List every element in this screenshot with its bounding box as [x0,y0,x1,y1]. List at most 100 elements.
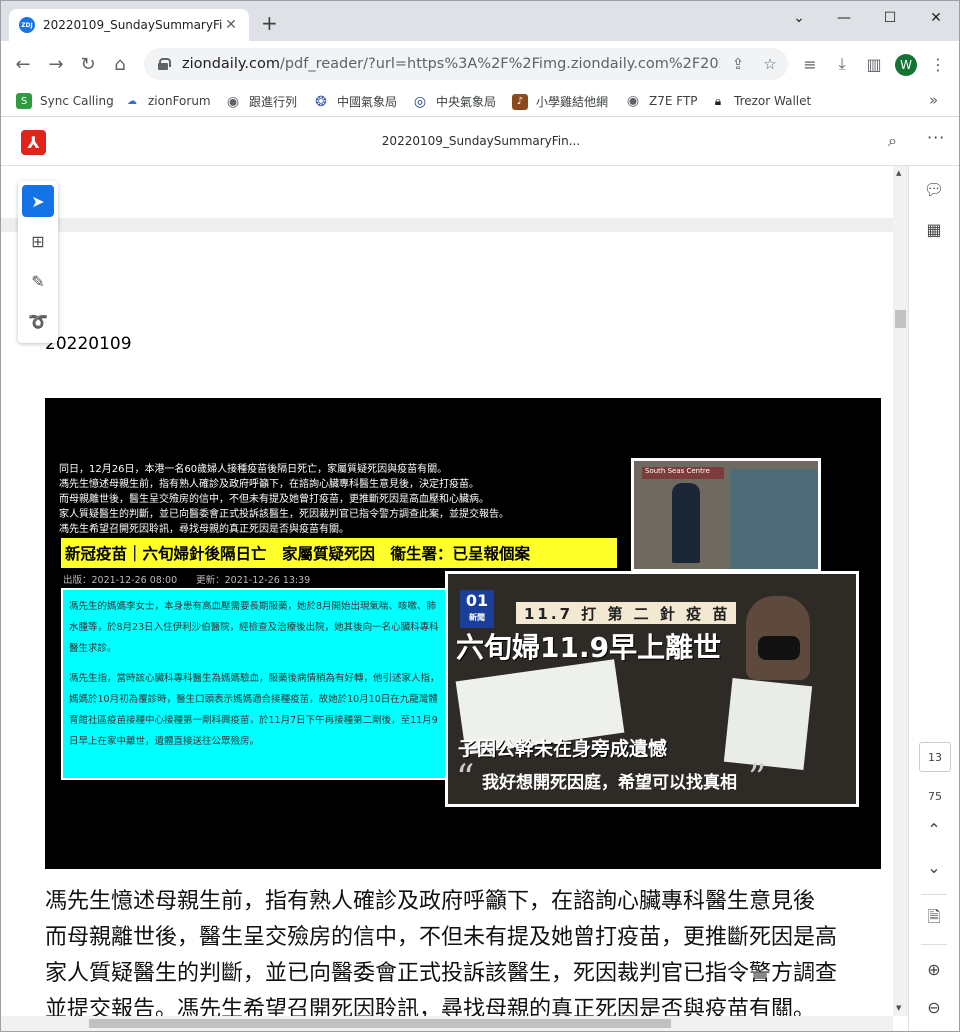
new-tab-icon[interactable]: + [261,13,278,33]
pdf-header: ⅄ 20220109_SundaySummaryFin... ⌕ ··· [1,118,959,166]
news-quote: 我好想開死因庭，希望可以找真相 [482,773,737,793]
article-body: 馮先生憶述母親生前，指有熟人確診及政府呼籲下，在諮詢心臟專科醫生意見後 而母親離… [45,884,889,1016]
back-icon[interactable]: ← [11,52,35,76]
zionforum-icon: ☁ [127,95,137,107]
person-figure [672,483,700,563]
search-icon[interactable]: ⌕ [888,131,910,153]
vertical-scrollbar[interactable]: ▲ ▼ [893,166,908,1016]
image-summary-text: 同日，12月26日，本港一名60歲婦人接種疫苗後隔日死亡，家屬質疑死因與疫苗有關… [59,462,629,537]
download-icon[interactable]: ⤓ [830,52,854,76]
reload-icon[interactable]: ↻ [76,52,100,76]
embedded-news-image: 同日，12月26日，本港一名60歲婦人接種疫苗後隔日死亡，家屬質疑死因與疫苗有關… [45,398,881,869]
trezor-icon: 🔒︎ [714,93,722,108]
maximize-icon[interactable]: ☐ [875,7,905,29]
forward-icon[interactable]: → [44,52,68,76]
bookmark-follow-up[interactable]: ◉ 跟進行列 [225,93,297,110]
news-headline-banner: 新冠疫苗｜六旬婦針後隔日亡 家屬質疑死因 衞生署：已呈報個案 [61,538,617,568]
sync-calling-icon: S [16,93,32,109]
browser-toolbar: ← → ↻ ⌂ ziondaily.com /pdf_reader/?url=h… [1,41,959,87]
select-cursor-icon[interactable]: ➤ [22,185,54,217]
scroll-up-arrow-icon[interactable]: ▲ [896,169,901,177]
bookmark-label: 中國氣象局 [337,95,398,109]
minimize-icon[interactable]: — [829,7,859,29]
horizontal-scrollbar[interactable] [1,1016,893,1031]
bookmark-cwb[interactable]: ◎ 中央氣象局 [412,93,496,110]
bookmark-label: Trezor Wallet [734,94,812,108]
bookmark-label: 中央氣象局 [436,95,497,109]
page-number-input[interactable]: 13 [919,742,951,772]
scrollbar-thumb[interactable] [89,1019,671,1028]
url-path: /pdf_reader/?url=https%3A%2F%2Fimg.ziond… [279,56,720,72]
chevron-right-double-icon[interactable]: » [929,91,938,109]
comments-icon[interactable]: 💬︎ [923,178,945,200]
avatar[interactable]: W [895,54,917,76]
cma-icon: ❂ [315,93,327,110]
bookmark-z7e-ftp[interactable]: ◉ Z7E FTP [625,93,698,109]
face-mask [758,636,800,660]
summary-line: 同日，12月26日，本港一名60歲婦人接種疫苗後隔日死亡，家屬質疑死因與疫苗有關… [59,464,448,475]
globe-icon: ◉ [226,93,240,110]
summary-line: 家人質疑醫生的判斷，並已向醫委會正式投訴該醫生，死因裁判官已指令警方調查此案，並… [59,509,509,520]
zoom-in-icon[interactable]: ⊕ [923,958,945,980]
tab-strip: ZDJ 20220109_SundaySummaryFin ✕ + ⌄ — ☐ … [1,1,959,41]
hk01-logo: 01 新聞 [460,590,494,628]
scroll-down-arrow-icon[interactable]: ▼ [896,1004,901,1012]
zoom-out-icon[interactable]: ⊖ [923,996,945,1018]
annotation-toolbar: ➤ ⊞ ✎ ➰ [18,181,58,343]
reading-list-icon[interactable]: ≡ [798,52,822,76]
article-line: 馮先生憶述母親生前，指有熟人確診及政府呼籲下，在諮詢心臟專科醫生意見後 [45,889,816,914]
article-excerpt-box: 馮先生的媽媽李女士，本身患有高血壓需要長期服藥，她於8月開始出現氣喘、咳嗽、肺水… [61,588,448,780]
divider [921,894,947,895]
summary-line: 而母親離世後，醫生呈交殮房的信中，不但未有提及她曾打疫苗，更推斷死因是高血壓和心… [59,494,489,505]
share-icon[interactable]: ⇪ [726,52,750,76]
chevron-up-icon[interactable]: ⌃ [923,818,945,840]
article-line: 並提交報告。馮先生希望召開死因聆訊，尋找母親的真正死因是否與疫苗有關。 [45,997,816,1016]
bookmark-label: Z7E FTP [649,94,698,108]
bookmark-label: zionForum [148,94,211,108]
side-panel-icon[interactable]: ▥ [862,52,886,76]
close-icon[interactable]: ✕ [223,17,239,33]
news-subheadline: 11.7 打 第 二 針 疫 苗 [516,602,736,624]
news-collage: 同日，12月26日，本港一名60歲婦人接種疫苗後隔日死亡，家屬質疑死因與疫苗有關… [59,458,867,808]
thumbnails-grid-icon[interactable]: ▦ [923,218,945,240]
previous-page-bottom [1,166,893,232]
article-line: 而母親離世後，醫生呈交殮房的信中，不但未有提及她曾打疫苗，更推斷死因是高 [45,925,838,950]
article-line: 家人質疑醫生的判斷，並已向醫委會正式投訴該醫生，死因裁判官已指令警方調查 [45,961,838,986]
highlight-pen-icon[interactable]: ✎ [22,265,54,297]
guitar-site-icon: ♪ [512,93,528,110]
publish-meta: 出版：2021-12-26 08:00 更新：2021-12-26 13:39 [63,575,311,586]
home-icon[interactable]: ⌂ [108,52,132,76]
news-caption: 子因公幹未在身旁成遺憾 [458,738,668,760]
news-video-card: 01 新聞 11.7 打 第 二 針 疫 苗 六旬婦11.9早上離世 子因公幹未… [445,571,859,807]
star-icon[interactable]: ☆ [758,52,782,76]
summary-line: 馮先生憶述母親生前，指有熟人確診及政府呼籲下，在諮詢心臟專科醫生意見後，決定打疫… [59,479,479,490]
news-logo-text: 01 [465,591,489,610]
more-options-icon[interactable]: ··· [927,128,945,147]
pdf-document[interactable]: 20220109 同日，12月26日，本港一名60歲婦人接種疫苗後隔日死亡，家屬… [1,166,893,1016]
bookmark-sync-calling[interactable]: S Sync Calling [16,93,114,109]
bookmark-cma[interactable]: ❂ 中國氣象局 [313,93,397,110]
url-host: ziondaily.com [182,56,280,72]
bookmark-zionforum[interactable]: ☁ zionForum [124,93,211,109]
address-bar[interactable]: ziondaily.com /pdf_reader/?url=https%3A%… [144,48,788,80]
scrollbar-thumb[interactable] [895,310,906,328]
bookmark-trezor[interactable]: 🔒︎ Trezor Wallet [710,93,811,109]
chevron-down-icon[interactable]: ⌄ [923,856,945,878]
tab-title: 20220109_SundaySummaryFin [43,18,223,32]
shopfront [730,469,818,569]
bookmark-guitar[interactable]: ♪ 小學雞結他網 [512,93,608,110]
excerpt-paragraph: 馮先生指，當時該心臟科專科醫生為媽媽驗血，服藥後病情稍為有好轉，他引述家人指，媽… [69,673,440,747]
page-fit-icon[interactable]: 🗎︎ [923,907,945,930]
close-window-icon[interactable]: ✕ [921,7,951,29]
bookmark-label: 跟進行列 [249,95,298,109]
draw-freeform-icon[interactable]: ➰ [22,305,54,337]
divider [921,944,947,945]
kebab-menu-icon[interactable]: ⋮ [926,52,950,76]
lock-icon[interactable] [158,58,171,70]
browser-tab[interactable]: ZDJ 20220109_SundaySummaryFin ✕ [9,9,249,41]
document-sheet [723,678,813,770]
add-comment-icon[interactable]: ⊞ [22,225,54,257]
quote-open-icon: “ [456,758,475,799]
chevron-down-icon[interactable]: ⌄ [784,7,814,29]
cwb-icon: ◎ [413,93,427,110]
